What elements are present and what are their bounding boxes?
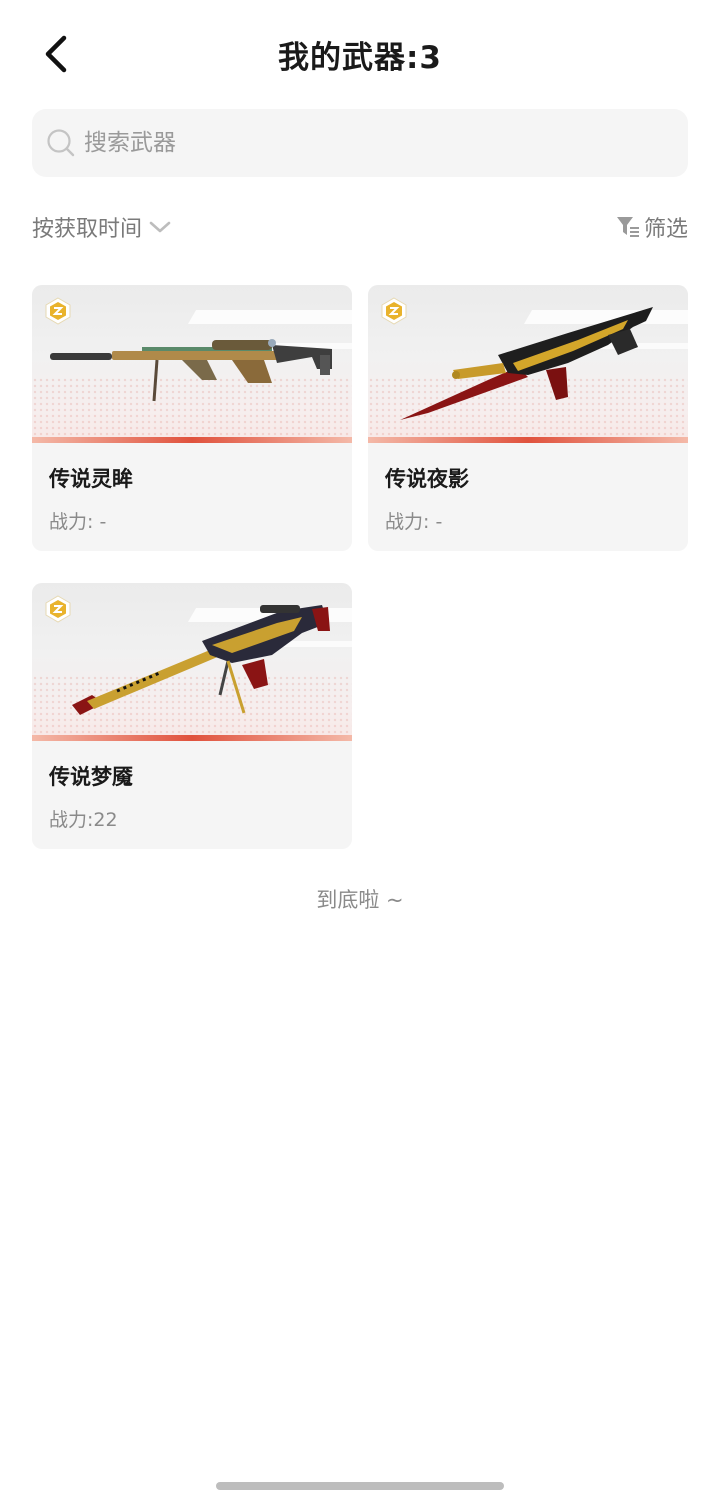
weapon-name: 传说梦魇 [49,765,133,789]
weapon-card[interactable]: 传说夜影 战力: - [368,285,688,551]
chevron-down-icon [149,221,171,233]
page-title: 我的武器:3 [278,40,442,76]
weapon-image [72,605,330,715]
weapon-card[interactable]: 传说梦魇 战力:22 [32,583,352,849]
sort-label: 按获取时间 [32,217,143,242]
search-bar[interactable] [32,109,688,177]
legendary-badge-icon [381,297,407,325]
weapon-power: 战力: - [49,511,107,533]
weapon-power: 战力:22 [49,809,118,831]
weapon-image [400,307,653,420]
weapon-image-area [32,285,352,443]
legendary-badge-icon [45,297,71,325]
filter-icon [616,217,639,237]
search-input[interactable] [84,130,644,156]
header: 我的武器:3 [0,0,720,106]
toolbar: 按获取时间 筛选 [32,206,688,248]
weapon-image-area [32,583,352,741]
filter-button[interactable]: 筛选 [616,206,688,248]
weapon-card[interactable]: 传说灵眸 战力: - [32,285,352,551]
sort-dropdown[interactable]: 按获取时间 [32,206,172,248]
end-of-list-text: 到底啦 ~ [316,888,404,912]
home-indicator[interactable] [216,1482,504,1490]
legendary-badge-icon [45,595,71,623]
weapon-name: 传说灵眸 [49,467,133,491]
filter-label: 筛选 [643,217,688,242]
search-icon [47,129,75,157]
weapon-image-area [368,285,688,443]
weapon-power: 战力: - [385,511,443,533]
weapon-name: 传说夜影 [385,467,469,491]
weapon-image [50,339,332,402]
